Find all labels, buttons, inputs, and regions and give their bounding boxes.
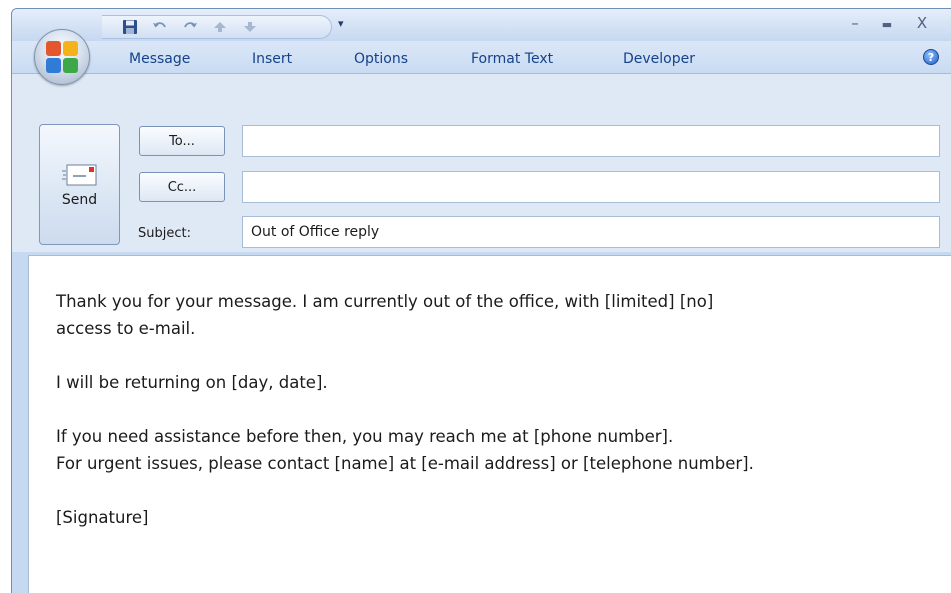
tab-insert[interactable]: Insert: [252, 51, 292, 67]
to-button[interactable]: To...: [139, 126, 225, 156]
body-line: I will be returning on [day, date].: [56, 373, 328, 392]
body-line: [Signature]: [56, 508, 149, 527]
title-bar: ▾ – ▬ X: [12, 9, 951, 41]
tab-developer[interactable]: Developer: [623, 51, 695, 67]
tab-format-text[interactable]: Format Text: [471, 51, 553, 67]
save-icon[interactable]: [120, 18, 140, 36]
body-line: For urgent issues, please contact [name]…: [56, 454, 754, 473]
send-button[interactable]: Send: [39, 124, 120, 245]
cc-button[interactable]: Cc...: [139, 172, 225, 202]
tab-options[interactable]: Options: [354, 51, 408, 67]
redo-icon[interactable]: [180, 18, 200, 36]
body-line: Thank you for your message. I am current…: [56, 292, 714, 311]
office-button[interactable]: [34, 29, 90, 85]
message-header: Send To... Cc... Subject: Out of Office …: [12, 74, 951, 252]
subject-label: Subject:: [138, 226, 191, 241]
close-icon[interactable]: X: [911, 14, 933, 32]
customize-toolbar-icon[interactable]: ▾: [338, 17, 344, 30]
send-label: Send: [61, 191, 98, 208]
up-arrow-icon[interactable]: [210, 18, 230, 36]
help-icon[interactable]: ?: [923, 49, 939, 65]
to-field[interactable]: [242, 125, 940, 157]
undo-icon[interactable]: [150, 18, 170, 36]
ribbon-tabs: Message Insert Options Format Text Devel…: [12, 41, 951, 74]
minimize-icon[interactable]: –: [844, 14, 866, 32]
down-arrow-icon[interactable]: [240, 18, 260, 36]
envelope-icon: [61, 162, 98, 188]
quick-access-toolbar: [102, 15, 332, 39]
outlook-message-window: ▾ – ▬ X Message Insert Options Format Te…: [11, 8, 951, 593]
subject-field[interactable]: Out of Office reply: [242, 216, 940, 248]
maximize-icon[interactable]: ▬: [876, 18, 898, 31]
body-line: access to e-mail.: [56, 319, 196, 338]
body-line: If you need assistance before then, you …: [56, 427, 674, 446]
tab-message[interactable]: Message: [129, 51, 190, 67]
office-logo-icon: [46, 41, 78, 73]
message-body[interactable]: Thank you for your message. I am current…: [28, 255, 951, 593]
cc-field[interactable]: [242, 171, 940, 203]
